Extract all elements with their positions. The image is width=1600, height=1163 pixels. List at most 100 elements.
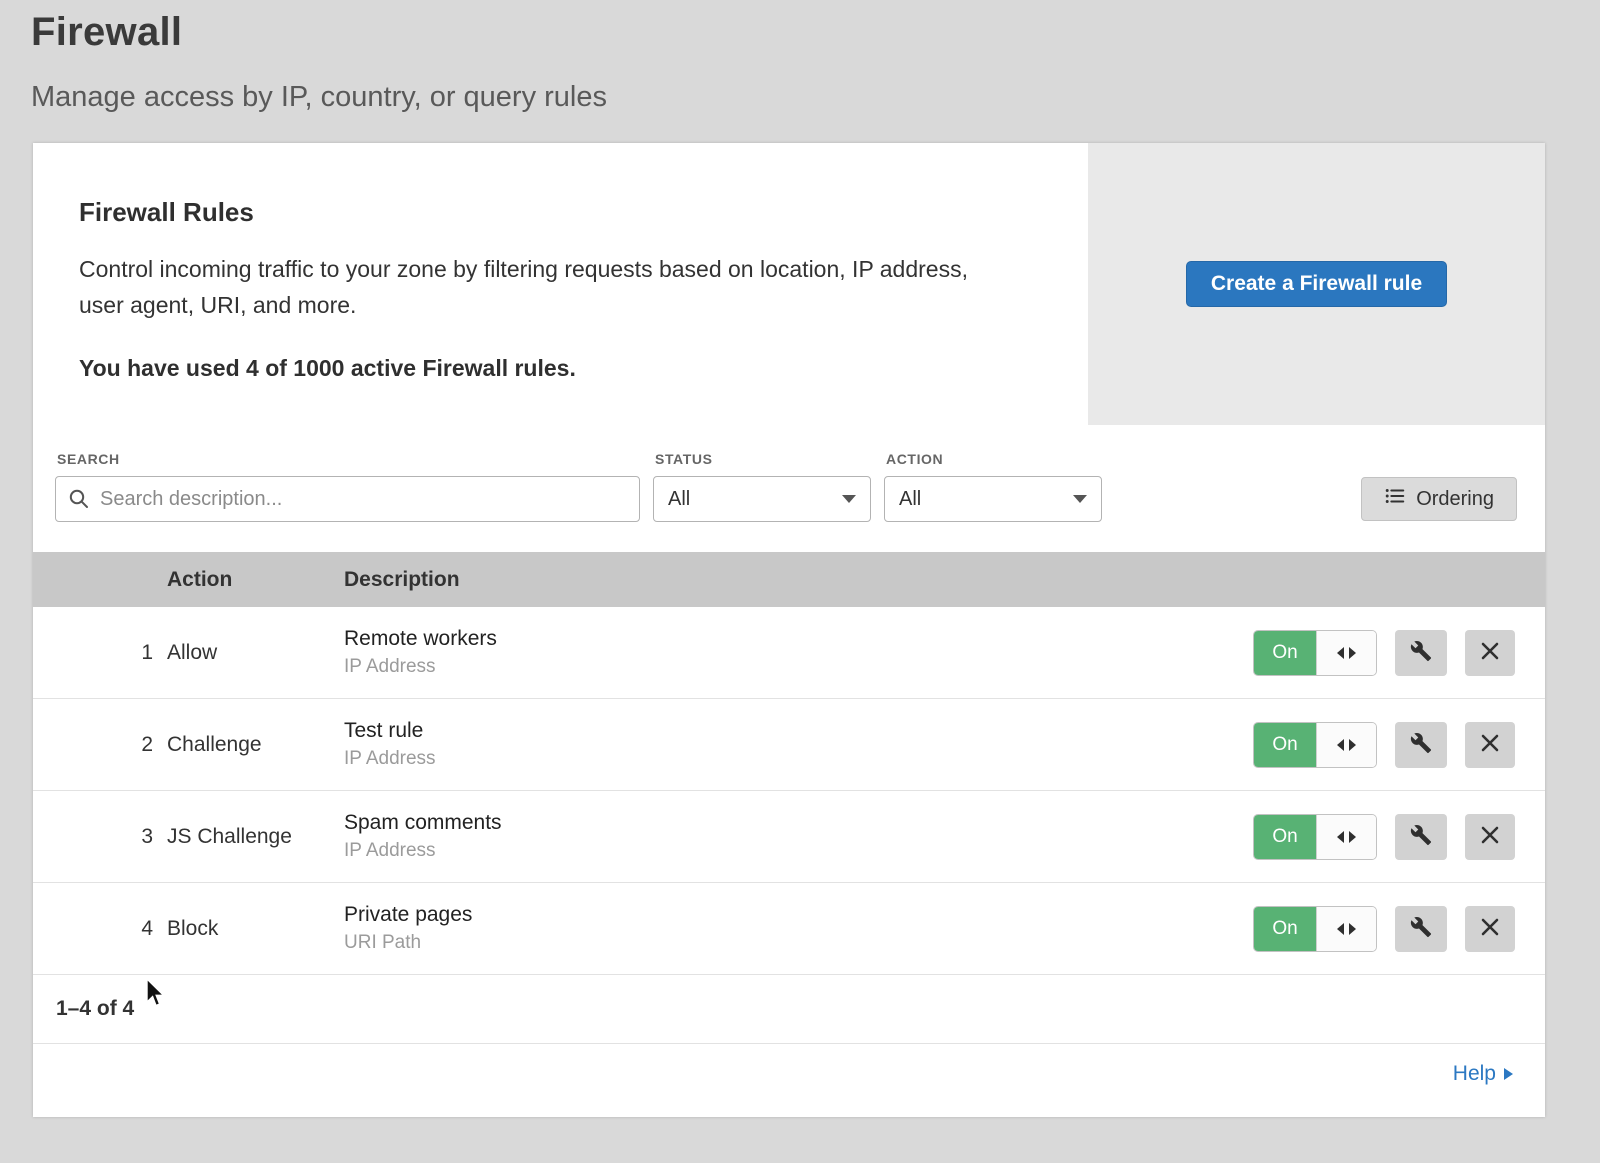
rule-description: Private pages [344,903,1253,927]
search-filter-group: SEARCH [55,451,640,522]
filter-bar: SEARCH STATUS All ACTION All [33,425,1545,552]
rule-enabled-toggle[interactable]: On [1253,814,1377,860]
close-icon [1480,917,1500,940]
search-input[interactable] [55,476,640,522]
edit-rule-button[interactable] [1395,906,1447,952]
arrow-left-icon [1337,923,1344,935]
card-title: Firewall Rules [79,197,1016,228]
wrench-icon [1410,824,1432,849]
rule-action: JS Challenge [167,825,344,849]
pagination-summary: 1–4 of 4 [33,975,1545,1044]
rule-action: Challenge [167,733,344,757]
rule-match-type: URI Path [344,932,1253,954]
status-filter-group: STATUS All [653,451,871,522]
wrench-icon [1410,916,1432,941]
edit-rule-button[interactable] [1395,630,1447,676]
search-box [55,476,640,522]
action-label: ACTION [886,451,1102,467]
rule-priority: 4 [33,917,167,941]
rule-controls: On [1253,630,1545,676]
delete-rule-button[interactable] [1465,722,1515,768]
rule-controls: On [1253,906,1545,952]
table-row: 4 Block Private pages URI Path On [33,883,1545,975]
arrow-right-icon [1349,647,1356,659]
col-description-header: Description [344,568,1253,592]
arrow-left-icon [1337,831,1344,843]
status-label: STATUS [655,451,871,467]
action-select[interactable]: All [884,476,1102,522]
rule-description-cell: Remote workers IP Address [344,627,1253,678]
toggle-handle[interactable] [1316,907,1376,951]
delete-rule-button[interactable] [1465,814,1515,860]
card-intro: Firewall Rules Control incoming traffic … [33,143,1088,425]
ordering-button[interactable]: Ordering [1361,477,1517,521]
rule-action: Allow [167,641,344,665]
rule-description: Remote workers [344,627,1253,651]
firewall-rules-card: Firewall Rules Control incoming traffic … [33,143,1545,1117]
action-selected-value: All [899,488,921,511]
arrow-right-icon [1349,831,1356,843]
table-row: 2 Challenge Test rule IP Address On [33,699,1545,791]
rule-priority: 3 [33,825,167,849]
rule-description: Test rule [344,719,1253,743]
table-header: Action Description [33,552,1545,607]
rule-priority: 2 [33,733,167,757]
search-icon [68,488,90,515]
rule-description-cell: Private pages URI Path [344,903,1253,954]
toggle-handle[interactable] [1316,723,1376,767]
create-firewall-rule-button[interactable]: Create a Firewall rule [1186,261,1447,307]
toggle-on-label[interactable]: On [1254,723,1316,767]
close-icon [1480,641,1500,664]
help-link[interactable]: Help [1453,1062,1513,1086]
rule-description-cell: Spam comments IP Address [344,811,1253,862]
arrow-right-icon [1504,1068,1513,1080]
toggle-handle[interactable] [1316,815,1376,859]
rule-match-type: IP Address [344,748,1253,770]
ordering-list-icon [1384,485,1406,513]
arrow-left-icon [1337,739,1344,751]
rule-priority: 1 [33,641,167,665]
chevron-down-icon [842,495,856,503]
table-row: 3 JS Challenge Spam comments IP Address … [33,791,1545,883]
col-action-header: Action [167,568,344,592]
close-icon [1480,733,1500,756]
rule-controls: On [1253,814,1545,860]
rule-description: Spam comments [344,811,1253,835]
edit-rule-button[interactable] [1395,722,1447,768]
create-rule-panel: Create a Firewall rule [1088,143,1545,425]
chevron-down-icon [1073,495,1087,503]
arrow-right-icon [1349,739,1356,751]
help-link-label: Help [1453,1062,1496,1086]
ordering-button-label: Ordering [1416,488,1494,511]
arrow-left-icon [1337,647,1344,659]
rule-match-type: IP Address [344,840,1253,862]
toggle-on-label[interactable]: On [1254,815,1316,859]
page-subtitle: Manage access by IP, country, or query r… [31,81,1600,114]
status-selected-value: All [668,488,690,511]
edit-rule-button[interactable] [1395,814,1447,860]
search-label: SEARCH [57,451,640,467]
rule-description-cell: Test rule IP Address [344,719,1253,770]
wrench-icon [1410,732,1432,757]
status-select[interactable]: All [653,476,871,522]
card-footer: Help [33,1044,1545,1104]
toggle-on-label[interactable]: On [1254,631,1316,675]
table-row: 1 Allow Remote workers IP Address On [33,607,1545,699]
close-icon [1480,825,1500,848]
delete-rule-button[interactable] [1465,630,1515,676]
page-title: Firewall [31,10,1600,55]
card-description: Control incoming traffic to your zone by… [79,252,1016,323]
rule-controls: On [1253,722,1545,768]
toggle-handle[interactable] [1316,631,1376,675]
rule-enabled-toggle[interactable]: On [1253,906,1377,952]
rule-match-type: IP Address [344,656,1253,678]
arrow-right-icon [1349,923,1356,935]
wrench-icon [1410,640,1432,665]
toggle-on-label[interactable]: On [1254,907,1316,951]
card-top-section: Firewall Rules Control incoming traffic … [33,143,1545,425]
page-header: Firewall Manage access by IP, country, o… [0,0,1600,114]
rule-enabled-toggle[interactable]: On [1253,722,1377,768]
delete-rule-button[interactable] [1465,906,1515,952]
rules-usage-text: You have used 4 of 1000 active Firewall … [79,355,1016,382]
rule-enabled-toggle[interactable]: On [1253,630,1377,676]
